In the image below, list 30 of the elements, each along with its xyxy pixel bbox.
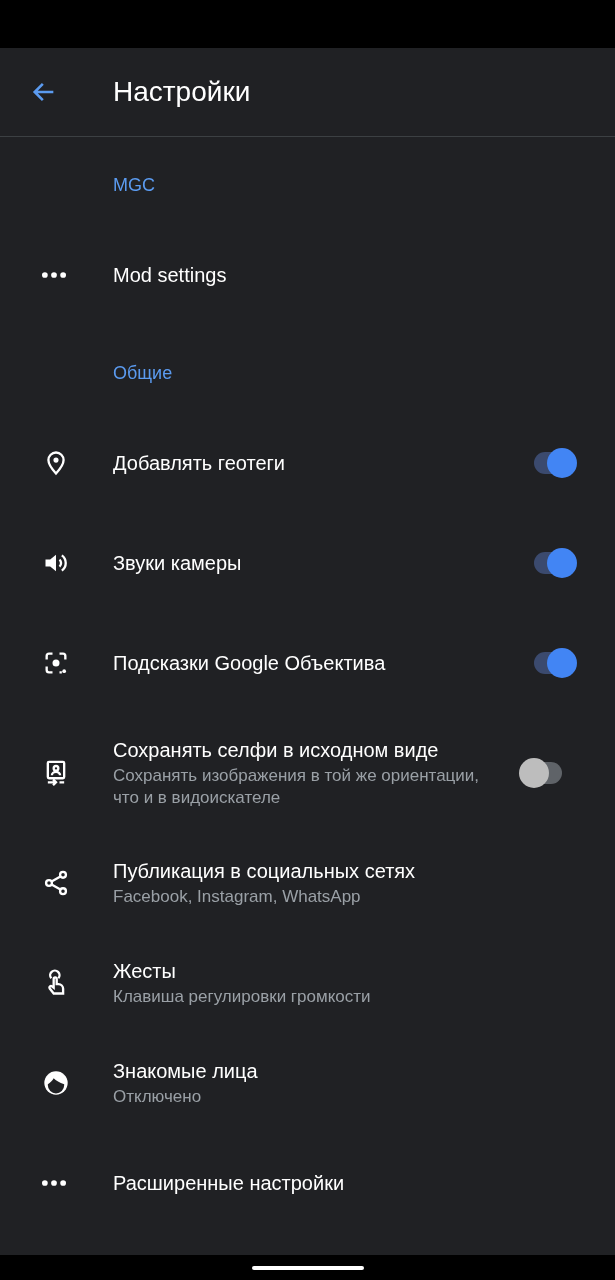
item-summary: Отключено bbox=[113, 1086, 203, 1108]
item-summary: Facebook, Instagram, WhatsApp bbox=[113, 886, 362, 908]
settings-item[interactable]: Звуки камеры bbox=[0, 513, 615, 613]
settings-item[interactable]: Знакомые лица Отключено bbox=[0, 1033, 615, 1133]
item-summary: Сохранять изображения в той же ориентации, что и в видоискателе bbox=[113, 765, 481, 809]
settings-item[interactable]: Подсказки Google Объектива bbox=[0, 613, 615, 713]
settings-item[interactable]: Жесты Клавиша регулировки громкости bbox=[0, 933, 615, 1033]
section-header: MGC bbox=[112, 174, 156, 197]
item-summary: Клавиша регулировки громкости bbox=[113, 986, 372, 1008]
more-icon bbox=[42, 1180, 66, 1186]
more-icon bbox=[42, 272, 66, 278]
item-title: Знакомые лица bbox=[113, 1059, 259, 1084]
settings-item[interactable]: Сохранять селфи в исходном виде Сохранять изображения в той же ориентации, что и в видоискателе bbox=[0, 713, 615, 833]
item-title: Mod settings bbox=[113, 263, 228, 288]
settings-item[interactable]: Публикация в социальных сетях Facebook, Instagram, WhatsApp bbox=[0, 833, 615, 933]
share-icon bbox=[42, 869, 70, 897]
item-title: Публикация в социальных сетях bbox=[113, 859, 417, 884]
section-header: Общие bbox=[112, 362, 174, 385]
item-title: Сохранять селфи в исходном виде bbox=[113, 738, 440, 763]
item-title: Добавлять геотеги bbox=[113, 451, 286, 476]
item-title: Расширенные настройки bbox=[113, 1171, 346, 1196]
face-circle-icon bbox=[42, 1069, 70, 1097]
item-title: Жесты bbox=[113, 959, 177, 984]
screen-title: Настройки bbox=[113, 76, 251, 108]
settings-item[interactable]: Добавлять геотеги bbox=[0, 413, 615, 513]
item-title: Подсказки Google Объектива bbox=[113, 651, 387, 676]
home-indicator[interactable] bbox=[251, 1265, 364, 1270]
settings-item[interactable]: Mod settings bbox=[0, 225, 615, 325]
item-title: Звуки камеры bbox=[113, 551, 243, 576]
settings-item[interactable]: Расширенные настройки bbox=[0, 1133, 615, 1233]
